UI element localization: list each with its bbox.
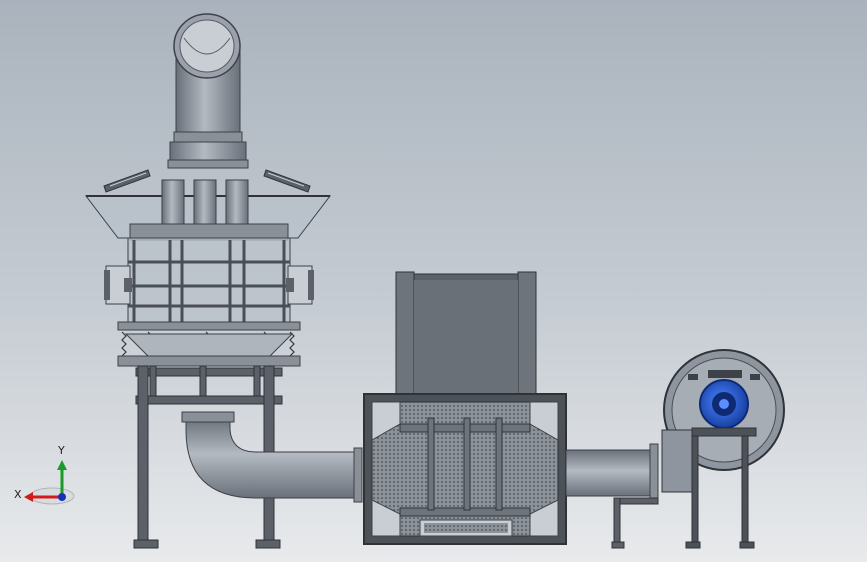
axis-triad: X Y (14, 444, 75, 505)
exhaust-stack[interactable] (167, 13, 249, 169)
louver-left (103, 169, 151, 193)
filter-box[interactable] (363, 271, 567, 545)
side-nozzle-right (286, 265, 314, 305)
cad-viewport[interactable]: X Y (0, 0, 867, 562)
assembly-drawing: X Y (14, 13, 785, 549)
louver-right (263, 169, 311, 193)
x-axis-arrow-icon (24, 492, 33, 502)
inner-tubes (161, 179, 249, 227)
blower-fan[interactable] (661, 349, 785, 549)
y-axis-arrow-icon (57, 460, 67, 470)
side-nozzle-left (104, 265, 132, 305)
x-axis-label: X (14, 488, 22, 501)
y-axis-label: Y (57, 444, 65, 457)
outlet-duct[interactable] (565, 443, 659, 549)
